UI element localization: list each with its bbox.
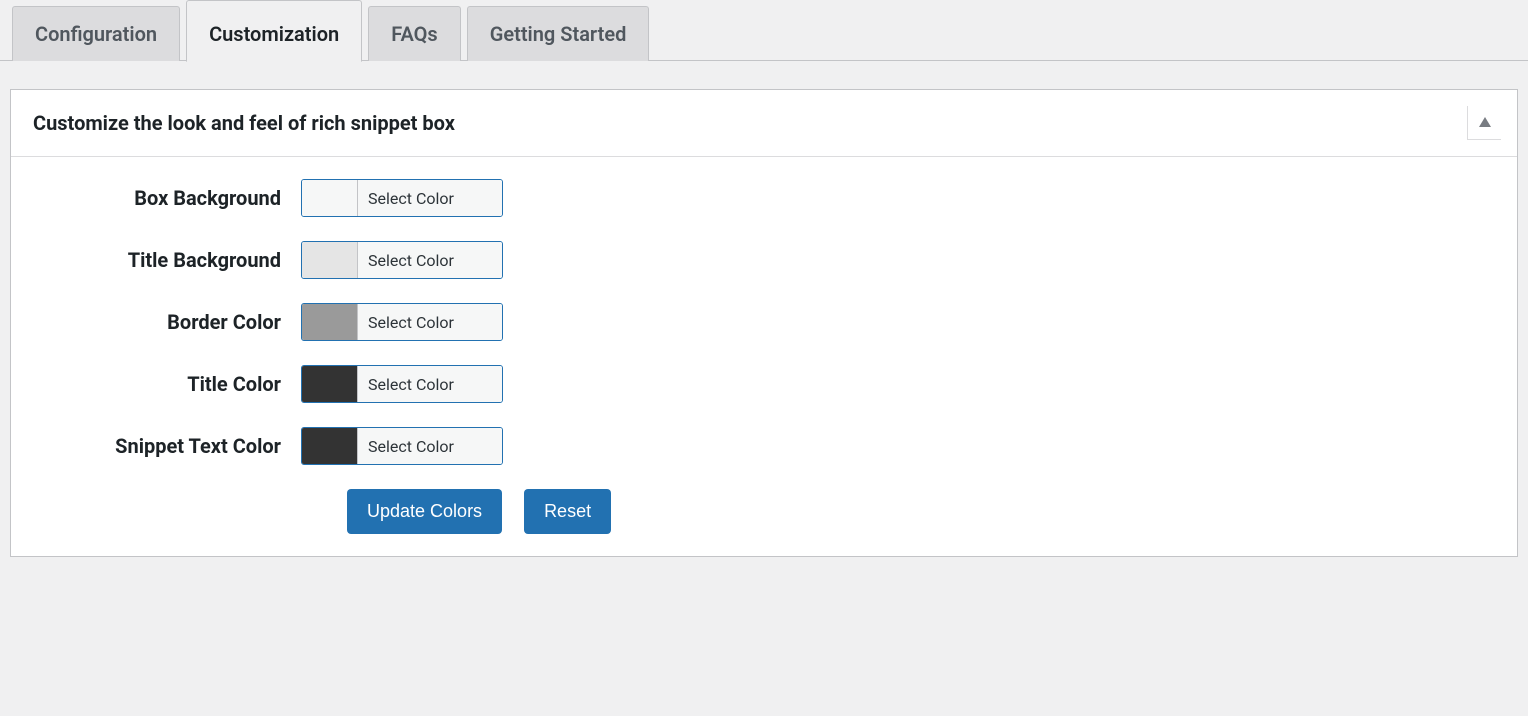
picker-title-color[interactable]: Select Color [301, 365, 503, 403]
panel-collapse-button[interactable] [1467, 106, 1501, 140]
picker-box-background[interactable]: Select Color [301, 179, 503, 217]
label-border-color: Border Color [41, 310, 301, 334]
picker-label-snippet-text-color: Select Color [358, 428, 502, 464]
reset-button[interactable]: Reset [524, 489, 611, 534]
picker-label-box-background: Select Color [358, 180, 502, 216]
picker-snippet-text-color[interactable]: Select Color [301, 427, 503, 465]
tab-customization[interactable]: Customization [186, 0, 362, 62]
update-colors-button[interactable]: Update Colors [347, 489, 502, 534]
triangle-up-icon [1479, 115, 1491, 131]
swatch-snippet-text-color [302, 428, 358, 464]
button-row: Update Colors Reset [41, 489, 1487, 534]
label-title-color: Title Color [41, 372, 301, 396]
swatch-box-background [302, 180, 358, 216]
picker-label-border-color: Select Color [358, 304, 502, 340]
swatch-border-color [302, 304, 358, 340]
field-title-background: Title Background Select Color [41, 241, 1487, 279]
field-border-color: Border Color Select Color [41, 303, 1487, 341]
tab-getting-started[interactable]: Getting Started [467, 6, 650, 61]
panel-header: Customize the look and feel of rich snip… [11, 90, 1517, 157]
swatch-title-color [302, 366, 358, 402]
field-snippet-text-color: Snippet Text Color Select Color [41, 427, 1487, 465]
picker-title-background[interactable]: Select Color [301, 241, 503, 279]
panel-body: Box Background Select Color Title Backgr… [11, 157, 1517, 556]
picker-border-color[interactable]: Select Color [301, 303, 503, 341]
tab-bar: Configuration Customization FAQs Getting… [0, 0, 1528, 61]
tab-faqs[interactable]: FAQs [368, 6, 461, 61]
picker-label-title-background: Select Color [358, 242, 502, 278]
field-title-color: Title Color Select Color [41, 365, 1487, 403]
field-box-background: Box Background Select Color [41, 179, 1487, 217]
label-snippet-text-color: Snippet Text Color [41, 434, 301, 458]
swatch-title-background [302, 242, 358, 278]
label-title-background: Title Background [41, 248, 301, 272]
picker-label-title-color: Select Color [358, 366, 502, 402]
customization-panel: Customize the look and feel of rich snip… [10, 89, 1518, 557]
tab-configuration[interactable]: Configuration [12, 6, 180, 61]
label-box-background: Box Background [41, 186, 301, 210]
panel-title: Customize the look and feel of rich snip… [33, 111, 455, 135]
